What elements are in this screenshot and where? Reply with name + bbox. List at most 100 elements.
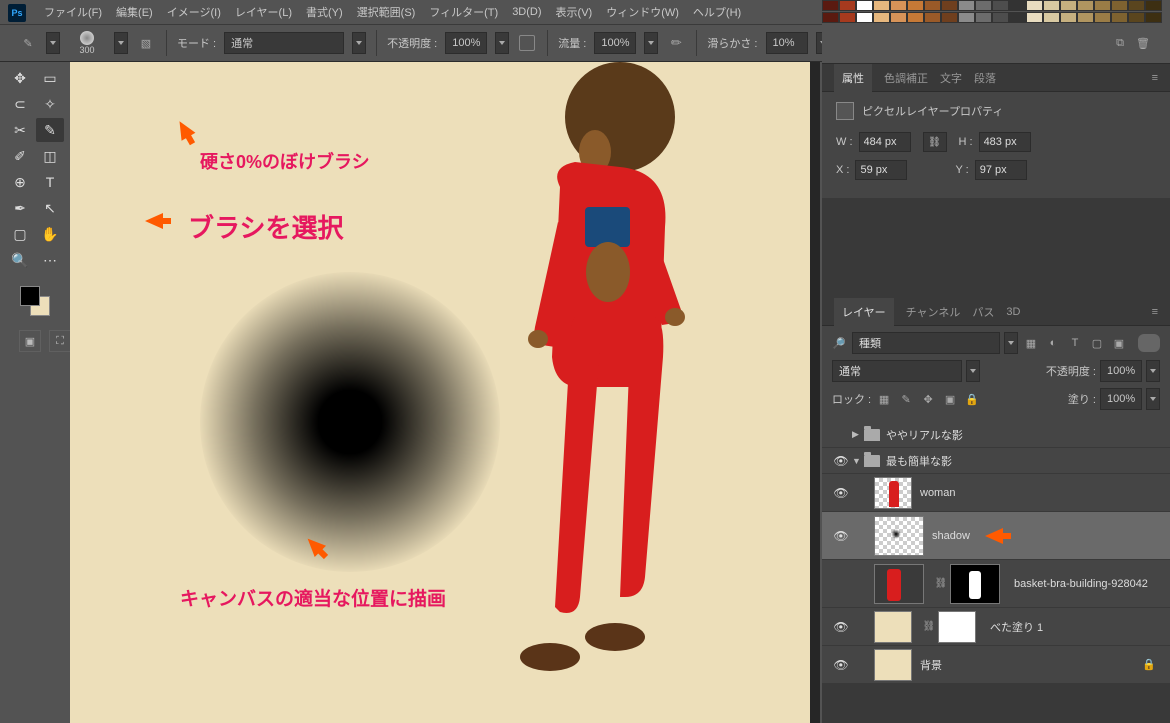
layer-smart-object[interactable]: 👁 ⛓ basket-bra-building-928042: [822, 560, 1170, 608]
menu-select[interactable]: 選択範囲(S): [357, 4, 416, 20]
swatch[interactable]: [873, 12, 890, 23]
menu-image[interactable]: イメージ(I): [167, 4, 221, 20]
layer-thumbnail[interactable]: [874, 477, 912, 509]
tab-channels[interactable]: チャンネル: [906, 304, 961, 320]
visibility-toggle[interactable]: 👁: [830, 486, 852, 500]
smoothing-value[interactable]: 10%: [766, 32, 808, 54]
swatch[interactable]: [839, 12, 856, 23]
swatch[interactable]: [1111, 12, 1128, 23]
path-select-tool[interactable]: ↖: [36, 196, 64, 220]
swatch[interactable]: [1026, 0, 1043, 11]
tool-preset-icon[interactable]: ✎: [18, 33, 38, 53]
swatch[interactable]: [958, 0, 975, 11]
layer-woman[interactable]: 👁 woman: [822, 474, 1170, 512]
swatch[interactable]: [941, 0, 958, 11]
mask-link-icon[interactable]: ⛓: [934, 578, 948, 589]
blend-mode-select[interactable]: 通常: [224, 32, 344, 54]
swatch[interactable]: [992, 0, 1009, 11]
swatch[interactable]: [1094, 12, 1111, 23]
visibility-toggle[interactable]: 👁: [830, 620, 852, 634]
menu-window[interactable]: ウィンドウ(W): [606, 4, 679, 20]
swatch[interactable]: [1077, 12, 1094, 23]
eraser-tool[interactable]: ◫: [36, 144, 64, 168]
swatch[interactable]: [1060, 0, 1077, 11]
swatch[interactable]: [1077, 0, 1094, 11]
layer-name[interactable]: 最も簡単な影: [886, 453, 952, 469]
layer-mask-thumbnail[interactable]: [938, 611, 976, 643]
swatch[interactable]: [992, 12, 1009, 23]
menu-edit[interactable]: 編集(E): [116, 4, 153, 20]
quick-select-tool[interactable]: ✧: [36, 92, 64, 116]
filter-toggle[interactable]: [1138, 334, 1160, 352]
layer-name[interactable]: ややリアルな影: [886, 427, 963, 443]
marquee-tool[interactable]: ▭: [36, 66, 64, 90]
tab-layers[interactable]: レイヤー: [834, 298, 894, 326]
type-tool[interactable]: T: [36, 170, 64, 194]
filter-smart-icon[interactable]: ▣: [1110, 334, 1128, 352]
swatch[interactable]: [873, 0, 890, 11]
fill-dropdown[interactable]: [1146, 388, 1160, 410]
layer-name[interactable]: shadow: [932, 530, 970, 542]
lock-position-icon[interactable]: ✥: [919, 390, 937, 408]
lock-transparent-icon[interactable]: ▦: [875, 390, 893, 408]
swatch[interactable]: [1043, 0, 1060, 11]
filter-image-icon[interactable]: ▦: [1022, 334, 1040, 352]
filter-adjust-icon[interactable]: ◐: [1044, 334, 1062, 352]
swatch[interactable]: [958, 12, 975, 23]
tab-character[interactable]: 文字: [940, 70, 962, 86]
menu-3d[interactable]: 3D(D): [512, 6, 541, 18]
lock-pixels-icon[interactable]: ✎: [897, 390, 915, 408]
shape-tool[interactable]: ▢: [6, 222, 34, 246]
layer-group-2[interactable]: 👁 ▼ 最も簡単な影: [822, 448, 1170, 474]
mode-dropdown[interactable]: [352, 32, 366, 54]
layer-opacity-value[interactable]: 100%: [1100, 360, 1142, 382]
visibility-toggle[interactable]: 👁: [830, 658, 852, 672]
swatch[interactable]: [1094, 0, 1111, 11]
swatch[interactable]: [975, 0, 992, 11]
flow-dropdown[interactable]: [644, 32, 658, 54]
link-wh-icon[interactable]: ⛓: [923, 132, 947, 152]
swatch[interactable]: [839, 0, 856, 11]
tab-adjustments[interactable]: 色調補正: [884, 70, 928, 86]
swatch[interactable]: [1043, 12, 1060, 23]
swatch[interactable]: [890, 12, 907, 23]
height-input[interactable]: [979, 132, 1031, 152]
lasso-tool[interactable]: ⊂: [6, 92, 34, 116]
lock-all-icon[interactable]: 🔒: [963, 390, 981, 408]
brush-preview[interactable]: 300: [68, 29, 106, 57]
swatch[interactable]: [856, 0, 873, 11]
filter-shape-icon[interactable]: ▢: [1088, 334, 1106, 352]
trash-icon[interactable]: 🗑: [1136, 37, 1150, 50]
collapse-icon[interactable]: ▼: [852, 456, 864, 466]
menu-layer[interactable]: レイヤー(L): [235, 4, 292, 20]
color-swatches[interactable]: [20, 286, 50, 316]
visibility-toggle[interactable]: 👁: [830, 454, 852, 468]
fill-value[interactable]: 100%: [1100, 388, 1142, 410]
filter-search-icon[interactable]: 🔎: [832, 337, 848, 350]
swatch[interactable]: [1009, 0, 1026, 11]
eyedropper-tool[interactable]: ✐: [6, 144, 34, 168]
foreground-color[interactable]: [20, 286, 40, 306]
tab-paths[interactable]: パス: [972, 304, 994, 320]
layer-thumbnail[interactable]: [874, 564, 924, 604]
crop-tool[interactable]: ✂: [6, 118, 34, 142]
layer-shadow[interactable]: 👁 shadow: [822, 512, 1170, 560]
swatch[interactable]: [975, 12, 992, 23]
layer-group-1[interactable]: 👁 ▶ ややリアルな影: [822, 422, 1170, 448]
mask-link-icon[interactable]: ⛓: [922, 621, 936, 632]
swatch[interactable]: [1009, 12, 1026, 23]
panel-menu-icon[interactable]: ≡: [1152, 72, 1158, 84]
lock-artboard-icon[interactable]: ▣: [941, 390, 959, 408]
swatch[interactable]: [822, 12, 839, 23]
edit-toolbar[interactable]: ⋯: [36, 248, 64, 272]
swatch[interactable]: [1111, 0, 1128, 11]
x-input[interactable]: [855, 160, 907, 180]
zoom-tool[interactable]: 🔍: [6, 248, 34, 272]
swatch[interactable]: [890, 0, 907, 11]
tab-3d[interactable]: 3D: [1006, 306, 1020, 318]
swatch[interactable]: [924, 12, 941, 23]
swatch[interactable]: [856, 12, 873, 23]
swatch[interactable]: [907, 0, 924, 11]
swatch[interactable]: [1128, 12, 1145, 23]
menu-type[interactable]: 書式(Y): [306, 4, 343, 20]
